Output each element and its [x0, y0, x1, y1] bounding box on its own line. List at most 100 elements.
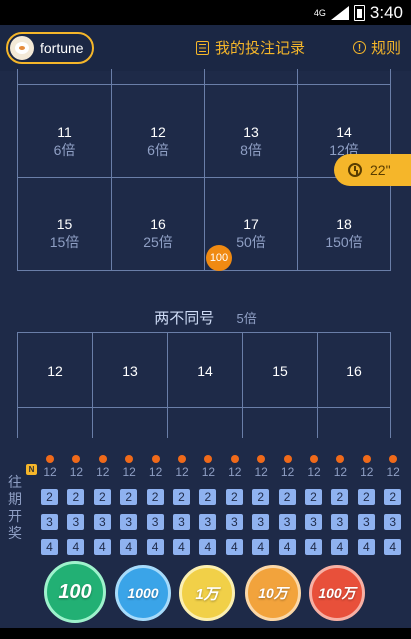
- bet-cell-13[interactable]: 13 8倍: [204, 84, 298, 178]
- pair-cell-12[interactable]: 12: [17, 332, 93, 408]
- bet-number: 11: [57, 124, 72, 140]
- bet-cell-partial[interactable]: [204, 69, 298, 85]
- avatar: [10, 36, 34, 60]
- pair-cell-partial[interactable]: [242, 407, 318, 438]
- bet-cell-15[interactable]: 15 15倍: [17, 177, 112, 271]
- history-dot: [283, 455, 292, 463]
- history-die: 2: [384, 489, 402, 505]
- history-die: 2: [305, 489, 322, 505]
- pair-cell-partial[interactable]: [92, 407, 168, 438]
- bet-odds: 6倍: [147, 142, 169, 158]
- history-die: 3: [331, 514, 349, 530]
- bet-records-button[interactable]: 我的投注记录: [195, 37, 305, 58]
- history-sum: 12: [148, 465, 163, 479]
- pair-cell-partial[interactable]: [317, 407, 391, 438]
- pair-number: 15: [272, 363, 288, 379]
- chip-label: 1万: [195, 585, 219, 603]
- bet-records-label: 我的投注记录: [214, 40, 305, 57]
- history-dot: [257, 455, 266, 463]
- pair-cell-14[interactable]: 14: [167, 332, 243, 408]
- bet-number: 14: [336, 124, 352, 140]
- history-die: 3: [384, 514, 402, 530]
- list-icon: [195, 40, 209, 55]
- history-die: 4: [305, 539, 322, 555]
- two-different-grid: 12 13 14 15 16: [17, 332, 391, 438]
- history-dot: [98, 455, 107, 463]
- history-sum: 12: [386, 465, 400, 479]
- history-dot: [310, 455, 318, 463]
- bet-cell-partial[interactable]: [111, 69, 205, 85]
- history-die: 3: [225, 514, 243, 530]
- history-die: 2: [41, 489, 58, 505]
- pair-cell-13[interactable]: 13: [92, 332, 168, 408]
- bet-odds: 15倍: [49, 234, 80, 250]
- history-die: 3: [146, 514, 164, 530]
- history-die: 2: [173, 489, 190, 505]
- history-die: 3: [41, 514, 58, 530]
- new-badge: N: [26, 464, 37, 475]
- history-dot: [230, 455, 239, 463]
- bet-cell-16[interactable]: 16 25倍: [111, 177, 205, 271]
- chip-10000-button[interactable]: 1万: [179, 565, 235, 621]
- bet-cell-11[interactable]: 11 6倍: [17, 84, 112, 178]
- username: fortune: [40, 40, 84, 56]
- nav-bar: [0, 628, 411, 639]
- history-dot: [389, 455, 398, 463]
- history-dot: [125, 455, 134, 463]
- bet-cell-12[interactable]: 12 6倍: [111, 84, 205, 178]
- history-sum: 12: [201, 465, 216, 479]
- pair-number: 13: [122, 363, 138, 379]
- history-die: 4: [93, 539, 111, 555]
- history-die: 4: [357, 539, 375, 555]
- history-die: 2: [357, 489, 375, 505]
- draw-history: 往期开奖 N 12 2 3 4 12 2 3 4 12 2 3 4 12 2 3 4 12 2 3 4 12 2 3 4 12 2…: [0, 452, 411, 564]
- battery-icon: [353, 5, 365, 21]
- history-die: 3: [173, 514, 190, 530]
- history-dot: [204, 455, 213, 463]
- history-die: 2: [120, 489, 138, 505]
- chip-1000000-button[interactable]: 100万: [309, 565, 365, 621]
- countdown-value: 22": [370, 162, 391, 178]
- history-sum: 12: [254, 465, 268, 479]
- section-title: 两不同号: [154, 310, 215, 327]
- bet-odds: 25倍: [143, 234, 173, 250]
- pair-cell-15[interactable]: 15: [242, 332, 318, 408]
- chip-100-button[interactable]: 100: [44, 561, 106, 623]
- bet-cell-18[interactable]: 18 150倍: [297, 177, 391, 271]
- chip-100000-button[interactable]: 10万: [245, 565, 301, 621]
- network-label: 4G: [313, 8, 326, 18]
- history-sum: 12: [175, 465, 189, 479]
- bet-odds: 150倍: [325, 234, 363, 250]
- history-sum: 12: [43, 465, 57, 479]
- pair-number: 12: [47, 363, 63, 379]
- alarm-clock-icon: [348, 163, 362, 177]
- history-die: 3: [120, 514, 138, 530]
- history-sum: 12: [122, 465, 136, 479]
- rules-button[interactable]: ! 规则: [352, 37, 401, 58]
- history-die: 3: [67, 514, 85, 530]
- history-die: 2: [225, 489, 243, 505]
- pair-cell-16[interactable]: 16: [317, 332, 391, 408]
- history-dot: [178, 455, 186, 463]
- bet-cell-partial[interactable]: [17, 69, 112, 85]
- history-die: 4: [120, 539, 138, 555]
- two-different-header: 两不同号 5倍: [0, 307, 411, 328]
- chip-1000-button[interactable]: 1000: [115, 565, 171, 621]
- history-die: 3: [278, 514, 296, 530]
- history-die: 4: [384, 539, 402, 555]
- history-die: 3: [252, 514, 270, 530]
- history-dot: [362, 455, 371, 463]
- bet-cell-partial[interactable]: [297, 69, 391, 85]
- history-die: 2: [146, 489, 164, 505]
- bet-number: 18: [336, 216, 352, 232]
- history-die: 4: [331, 539, 349, 555]
- pair-cell-partial[interactable]: [167, 407, 243, 438]
- info-icon: !: [352, 41, 366, 54]
- pair-cell-partial[interactable]: [17, 407, 93, 438]
- user-profile-button[interactable]: fortune: [6, 32, 94, 64]
- bet-number: 16: [150, 216, 166, 232]
- rules-label: 规则: [370, 40, 401, 57]
- history-sum: 12: [360, 465, 374, 479]
- history-dot: [46, 455, 54, 463]
- history-die: 3: [305, 514, 322, 530]
